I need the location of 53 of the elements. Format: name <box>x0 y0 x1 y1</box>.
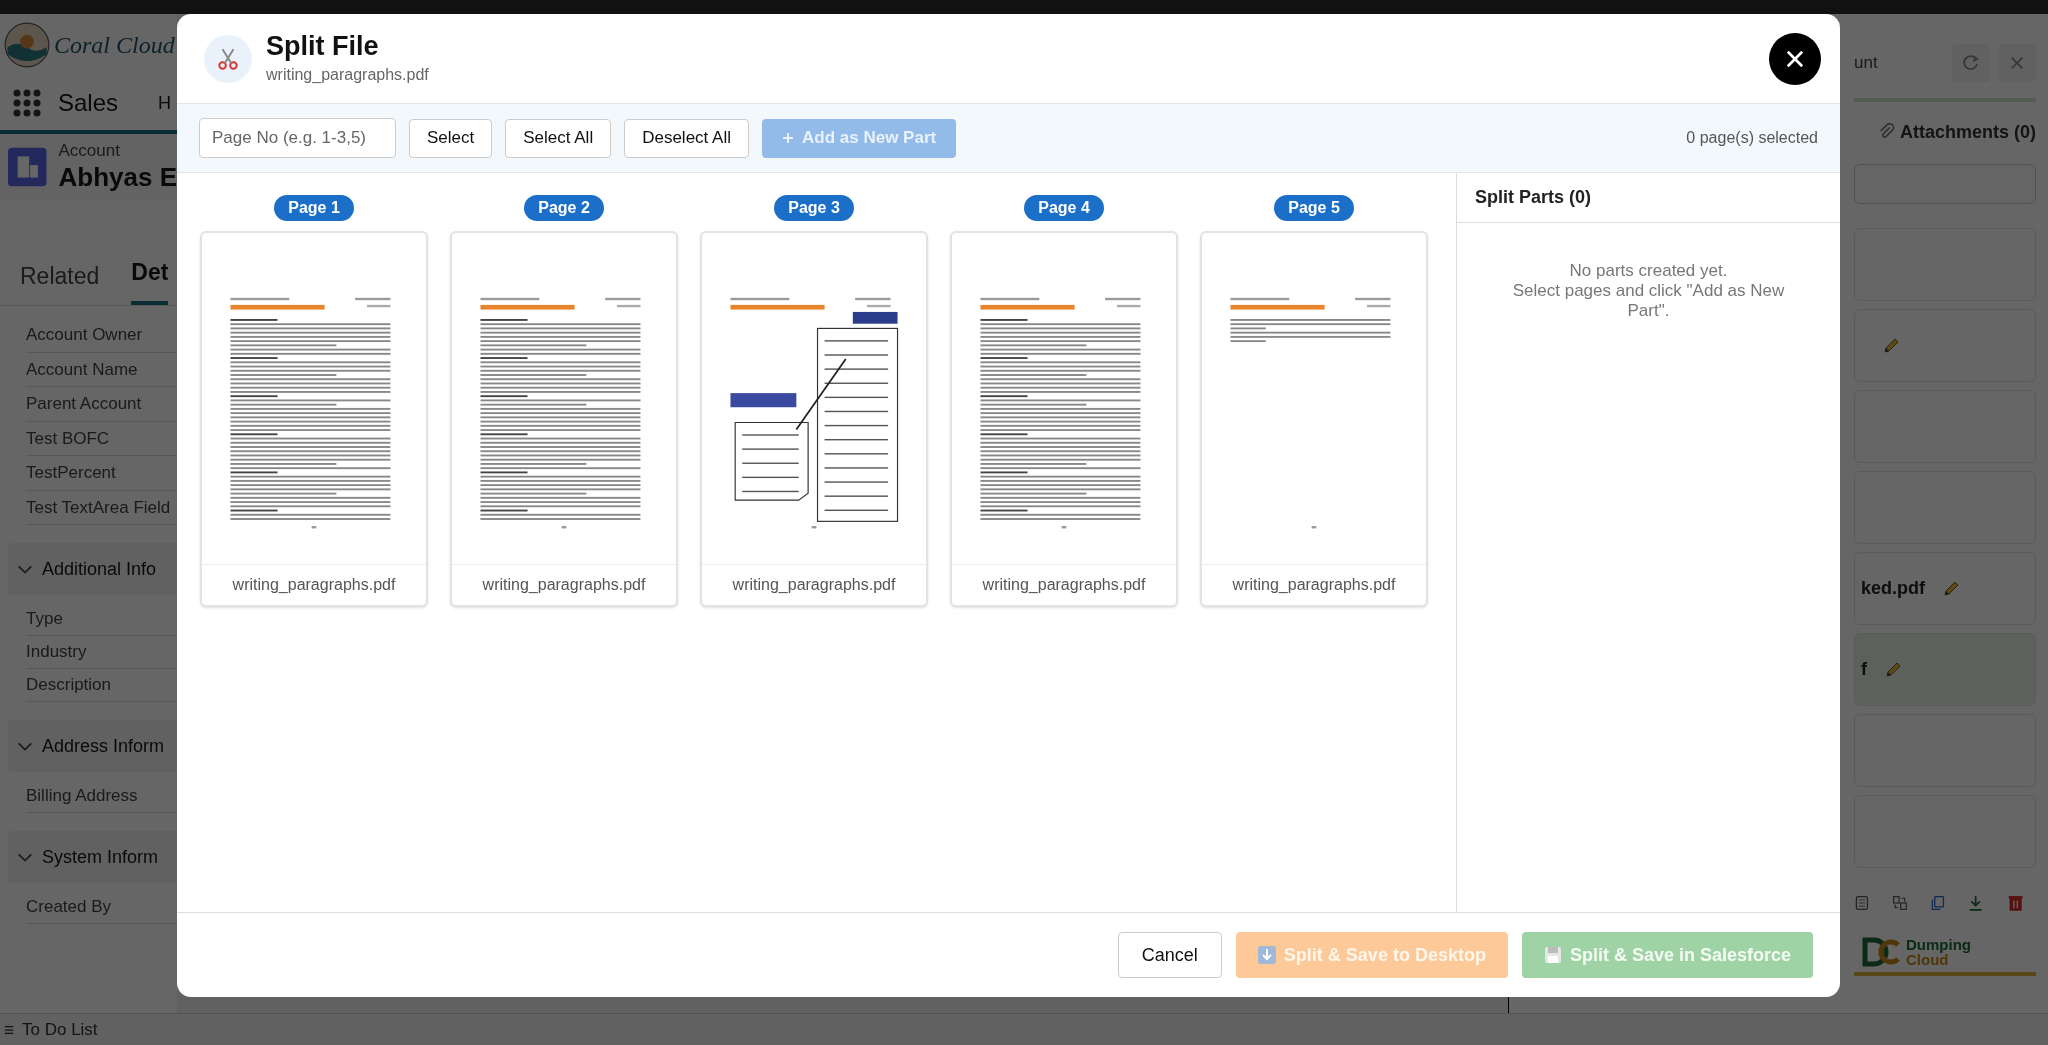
panel-heading: Split Parts (0) <box>1457 173 1840 223</box>
page-thumbnail[interactable]: writing_paragraphs.pdf <box>700 231 928 607</box>
utility-bar-item[interactable]: To Do List <box>22 1016 98 1043</box>
nav-tab[interactable]: H <box>158 89 172 117</box>
file-name: writing_paragraphs.pdf <box>732 575 896 595</box>
page-label: Page 4 <box>1024 195 1104 221</box>
file-name: writing_paragraphs.pdf <box>982 575 1146 595</box>
page-label: Page 1 <box>274 195 354 221</box>
app-launcher-icon[interactable] <box>12 88 42 118</box>
logo-text: Cloud <box>1906 952 1949 967</box>
refresh-button[interactable] <box>1952 44 1990 82</box>
record-name: Abhyas E <box>58 161 177 194</box>
record-tab[interactable]: Det <box>131 254 169 305</box>
file-card[interactable]: f <box>1854 633 2036 706</box>
toolbar-button[interactable]: Deselect All <box>624 118 749 158</box>
page-thumbnail[interactable]: writing_paragraphs.pdf <box>450 231 678 607</box>
panel-title: unt <box>1854 52 1878 75</box>
app-name: Sales <box>58 88 119 118</box>
file-name: writing_paragraphs.pdf <box>1232 575 1396 595</box>
page-thumbnail[interactable]: writing_paragraphs.pdf <box>950 231 1178 607</box>
toolbar-button[interactable]: Select <box>409 118 493 158</box>
file-name: writing_paragraphs.pdf <box>482 575 646 595</box>
list-icon <box>4 1023 14 1036</box>
empty-state-text: No parts created yet. <box>1569 261 1728 281</box>
attachments-tab[interactable]: Attachments (0) <box>1877 118 2036 146</box>
file-name: f <box>1861 658 1867 681</box>
record-tab[interactable]: Related <box>20 258 100 305</box>
page-label: Page 2 <box>524 195 604 221</box>
dialog-title: Split File <box>266 29 380 63</box>
file-card[interactable]: ked.pdf <box>1854 552 2036 625</box>
file-name: ked.pdf <box>1861 577 1925 600</box>
logo-icon <box>1862 937 1902 967</box>
download-icon <box>1257 946 1276 964</box>
page-thumbnail[interactable]: writing_paragraphs.pdf <box>200 231 428 607</box>
page-number-field[interactable]: Page No (e.g. 1-3,5) <box>199 118 396 158</box>
close-button[interactable] <box>1769 32 1821 85</box>
building-icon <box>8 147 47 187</box>
logo-icon <box>4 22 50 68</box>
selection-count: 0 page(s) selected <box>1686 128 1818 148</box>
file-name: writing_paragraphs.pdf <box>232 575 396 595</box>
dialog-subtitle: writing_paragraphs.pdf <box>266 65 430 86</box>
page-thumbnail[interactable]: writing_paragraphs.pdf <box>1200 231 1428 607</box>
plus-icon <box>782 132 794 144</box>
empty-state-text: Select pages and click "Add as New Part". <box>1511 281 1786 321</box>
close-icon <box>2008 54 2026 72</box>
paperclip-icon <box>1877 123 1896 141</box>
app-logo-text: Coral Cloud <box>54 31 175 60</box>
record-type: Account <box>58 140 121 162</box>
page-label: Page 5 <box>1274 195 1354 221</box>
page-label: Page 3 <box>774 195 854 221</box>
cancel-button[interactable]: Cancel <box>1117 932 1222 978</box>
refresh-icon <box>1961 53 1981 73</box>
toolbar-button[interactable]: Select All <box>505 118 612 158</box>
